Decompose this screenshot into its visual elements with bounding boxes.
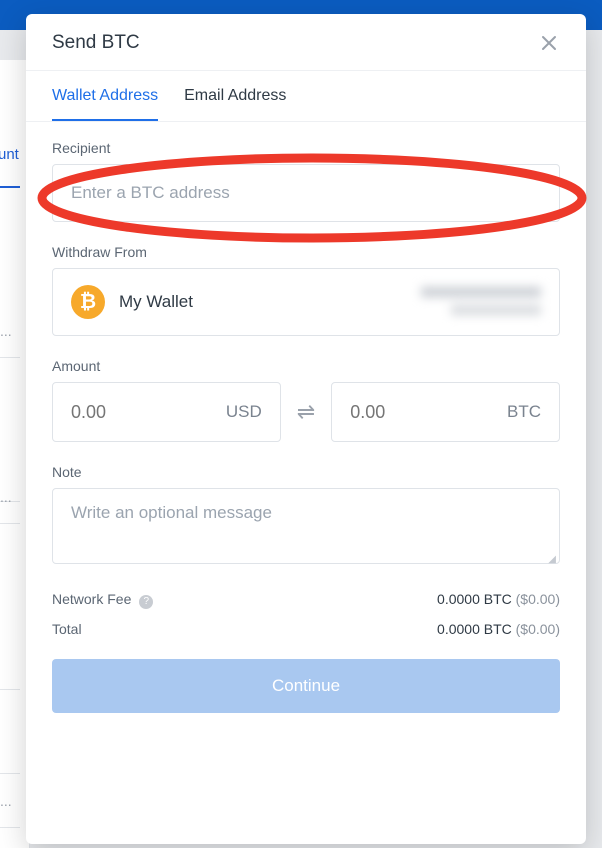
withdraw-from-select[interactable]: ₿ My Wallet: [52, 268, 560, 336]
wallet-balance-redacted: [421, 283, 541, 319]
background-row: ...: [0, 470, 20, 524]
modal-title: Send BTC: [52, 32, 140, 54]
background-row: ...: [0, 774, 20, 828]
amount-crypto-input[interactable]: [350, 402, 420, 423]
swap-currency-button[interactable]: ⇌: [297, 399, 315, 425]
continue-button[interactable]: Continue: [52, 659, 560, 713]
network-fee-label: Network Fee ?: [52, 591, 153, 609]
tab-wallet-address[interactable]: Wallet Address: [52, 71, 158, 121]
total-row: Total 0.0000 BTC ($0.00): [52, 615, 560, 643]
background-row: [0, 636, 20, 690]
amount-fiat-unit: USD: [226, 402, 262, 422]
bitcoin-icon: ₿: [71, 285, 105, 319]
wallet-name: My Wallet: [119, 292, 193, 312]
amount-label: Amount: [52, 358, 560, 374]
recipient-field-wrap: [52, 164, 560, 222]
network-fee-value: 0.0000 BTC ($0.00): [437, 591, 560, 609]
swap-icon: ⇌: [297, 399, 315, 424]
send-btc-modal: Send BTC Wallet Address Email Address Re…: [26, 14, 586, 844]
amount-row: USD ⇌ BTC: [52, 382, 560, 442]
note-label: Note: [52, 464, 560, 480]
note-textarea[interactable]: [52, 488, 560, 564]
modal-body: Recipient Withdraw From ₿ My Wallet Amou…: [26, 122, 586, 844]
background-sidebar-underline: [0, 186, 20, 188]
network-fee-row: Network Fee ? 0.0000 BTC ($0.00): [52, 585, 560, 615]
note-wrap: ◢: [52, 488, 560, 569]
background-row: [0, 720, 20, 774]
amount-fiat-box[interactable]: USD: [52, 382, 281, 442]
total-value: 0.0000 BTC ($0.00): [437, 621, 560, 637]
modal-header: Send BTC: [26, 14, 586, 70]
recipient-input[interactable]: [52, 164, 560, 222]
amount-crypto-unit: BTC: [507, 402, 541, 422]
background-row: ...: [0, 304, 20, 358]
amount-fiat-input[interactable]: [71, 402, 141, 423]
withdraw-from-label: Withdraw From: [52, 244, 560, 260]
help-icon[interactable]: ?: [139, 595, 153, 609]
recipient-type-tabs: Wallet Address Email Address: [26, 70, 586, 122]
background-sidebar-text: unt: [0, 146, 19, 163]
recipient-label: Recipient: [52, 140, 560, 156]
close-icon: [540, 34, 558, 52]
tab-email-address[interactable]: Email Address: [184, 71, 286, 121]
close-button[interactable]: [538, 32, 560, 54]
amount-crypto-box[interactable]: BTC: [331, 382, 560, 442]
total-label: Total: [52, 621, 82, 637]
